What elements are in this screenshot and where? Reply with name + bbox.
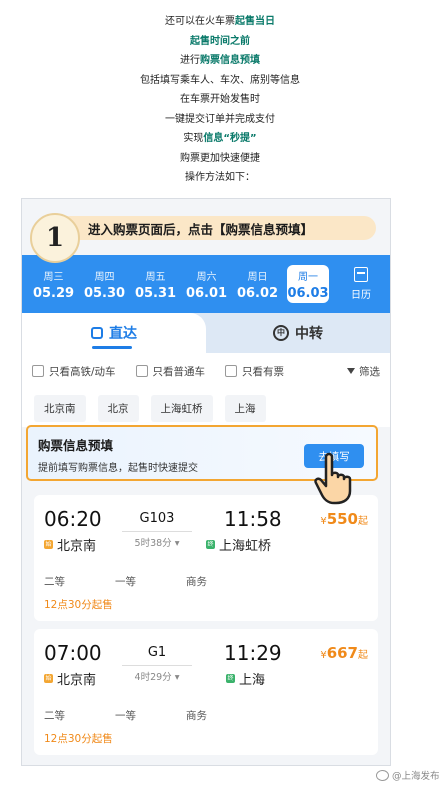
train-icon [91,327,103,339]
start-tag: 始 [44,674,53,683]
train-code: G1 [147,645,167,660]
seat-classes: 二等 一等 商务 [44,576,207,588]
depart-time: 07:00 [44,641,102,665]
date-item-selected[interactable]: 周一 06.03 [287,265,329,303]
duration[interactable]: 4时29分 ▾ [122,669,192,683]
filter-button[interactable]: 筛选 [347,364,380,379]
price: ¥550起 [320,510,368,528]
sale-time: 12点30分起售 [44,599,113,611]
checkbox-icon [225,365,238,377]
end-tag: 终 [226,674,235,683]
funnel-icon [347,368,355,374]
station-chip[interactable]: 上海 [224,394,266,422]
date-item[interactable]: 周三 05.29 [28,268,79,301]
to-station: 终上海虹桥 [206,539,272,554]
checkbox-icon [135,365,148,377]
filter-youpiao[interactable]: 只看有票 [225,364,284,379]
start-tag: 始 [44,540,53,549]
calendar-icon [354,267,368,282]
route-type-tabs: 直达 中 中转 [22,313,390,353]
divider [122,665,192,666]
from-station: 始北京南 [44,673,97,688]
duration[interactable]: 5时38分 ▾ [122,535,192,549]
ticket-search-screen: 1 进入购票页面后，点击【购票信息预填】 周三 05.29 周四 05.30 周五 0… [21,198,391,766]
filter-gaotie[interactable]: 只看高铁/动车 [32,364,116,379]
intro-text: 还可以在火车票起售当日 起售时间之前 进行购票信息预填 包括填写乘车人、车次、席… [140,16,300,183]
tab-transfer[interactable]: 中 中转 [206,313,390,353]
train-card[interactable]: 06:20 G103 5时38分 ▾ 11:58 ¥550起 始北京南 终上海虹… [34,495,378,621]
filter-bar: 只看高铁/动车 只看普通车 只看有票 筛选 [22,353,390,389]
from-station: 始北京南 [44,539,97,554]
filter-putong[interactable]: 只看普通车 [135,364,205,379]
pointing-hand-icon [314,452,352,505]
seat-classes: 二等 一等 商务 [44,710,207,722]
end-tag: 终 [206,540,215,549]
date-item[interactable]: 周六 06.01 [181,268,232,301]
weibo-icon [376,769,389,781]
to-station: 终上海 [226,673,266,688]
station-chips: 北京南 北京 上海虹桥 上海 [22,389,390,427]
date-item[interactable]: 周四 05.30 [79,268,130,301]
arrive-time: 11:29 [224,641,282,665]
sale-time: 12点30分起售 [44,733,113,745]
station-chip[interactable]: 北京南 [34,394,86,422]
price: ¥667起 [320,644,368,662]
date-item[interactable]: 周日 06.02 [232,268,283,301]
tab-direct[interactable]: 直达 [22,313,206,353]
arrive-time: 11:58 [224,507,282,531]
transfer-icon: 中 [273,325,289,341]
watermark: @上海发布 [376,768,440,782]
divider [122,531,192,532]
step-number-badge: 1 [30,213,80,263]
step-instruction: 进入购票页面后，点击【购票信息预填】 [58,216,376,240]
station-chip[interactable]: 上海虹桥 [150,394,213,422]
station-chip[interactable]: 北京 [97,394,139,422]
train-card[interactable]: 07:00 G1 4时29分 ▾ 11:29 ¥667起 始北京南 终上海 二等… [34,629,378,755]
depart-time: 06:20 [44,507,102,531]
checkbox-icon [32,365,44,377]
date-item[interactable]: 周五 05.31 [130,268,181,301]
train-code: G103 [139,511,175,526]
date-selector: 周三 05.29 周四 05.30 周五 05.31 周六 06.01 周日 06.02 … [22,255,390,313]
calendar-button[interactable]: 日历 [341,267,381,301]
